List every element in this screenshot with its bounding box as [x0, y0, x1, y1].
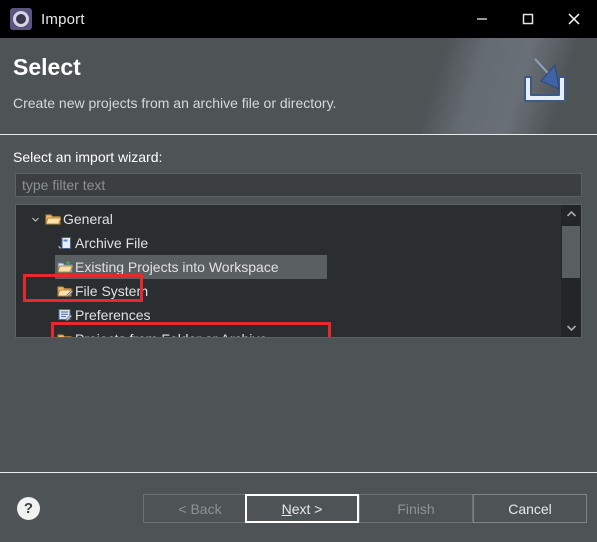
- page-title: Select: [13, 54, 81, 80]
- folder-open-icon: [43, 207, 63, 231]
- tree-item-preferences[interactable]: Preferences: [16, 303, 561, 327]
- minimize-icon[interactable]: [459, 0, 505, 38]
- title-bar: Import: [0, 0, 597, 38]
- window-controls: [459, 0, 597, 38]
- eclipse-gear-icon: [10, 8, 32, 30]
- back-button-label: < Back: [178, 500, 222, 517]
- tree-item-label: Existing Projects into Workspace: [75, 259, 279, 275]
- finish-button[interactable]: Finish: [359, 494, 473, 523]
- finish-button-label: Finish: [397, 500, 435, 517]
- import-wizard-dialog: Import Select Create new projects from a…: [0, 0, 597, 542]
- help-glyph: ?: [23, 500, 34, 517]
- chevron-up-icon[interactable]: [561, 205, 581, 223]
- tree-item-existing-projects-into-workspace[interactable]: Existing Projects into Workspace: [16, 255, 561, 279]
- tree-item-archive-file[interactable]: Archive File: [16, 231, 561, 255]
- scrollbar-thumb[interactable]: [562, 226, 580, 278]
- back-button[interactable]: < Back: [143, 494, 257, 523]
- import-wizard-tree[interactable]: General Archive File Existing Projects i…: [15, 204, 582, 338]
- filter-input[interactable]: [15, 173, 582, 197]
- import-tray-arrow-icon: [507, 53, 579, 119]
- maximize-icon[interactable]: [505, 0, 551, 38]
- page-subtitle: Create new projects from an archive file…: [13, 95, 337, 111]
- tree-vertical-scrollbar[interactable]: [561, 205, 581, 337]
- archive-file-icon: [55, 231, 75, 255]
- folder-edit-icon: [55, 279, 75, 303]
- tree-item-label: General: [63, 211, 113, 227]
- tree-item-label: Archive File: [75, 235, 149, 251]
- next-button-label: Next >: [281, 500, 323, 517]
- tree-item-general[interactable]: General: [16, 207, 561, 231]
- wizard-banner: Select Create new projects from an archi…: [0, 38, 597, 134]
- window-title: Import: [41, 10, 85, 28]
- folder-edit-icon: [55, 327, 75, 337]
- wizard-prompt-label: Select an import wizard:: [13, 149, 163, 165]
- folder-add-icon: [55, 255, 75, 279]
- tree-item-label: Preferences: [75, 307, 151, 323]
- preferences-icon: [55, 303, 75, 327]
- tree-item-label: File System: [75, 283, 149, 299]
- chevron-down-icon[interactable]: [561, 319, 581, 337]
- dialog-body: Select an import wizard: General: [0, 135, 597, 472]
- help-icon[interactable]: ?: [17, 497, 40, 520]
- tree-item-file-system[interactable]: File System: [16, 279, 561, 303]
- next-button[interactable]: Next >: [245, 494, 359, 523]
- cancel-button-label: Cancel: [508, 500, 552, 517]
- tree-item-projects-from-folder-or-archive[interactable]: Projects from Folder or Archive: [16, 327, 561, 337]
- close-icon[interactable]: [551, 0, 597, 38]
- tree-rows: General Archive File Existing Projects i…: [16, 205, 561, 337]
- chevron-down-icon[interactable]: [27, 207, 43, 231]
- tree-item-label: Projects from Folder or Archive: [75, 331, 267, 337]
- cancel-button[interactable]: Cancel: [473, 494, 587, 523]
